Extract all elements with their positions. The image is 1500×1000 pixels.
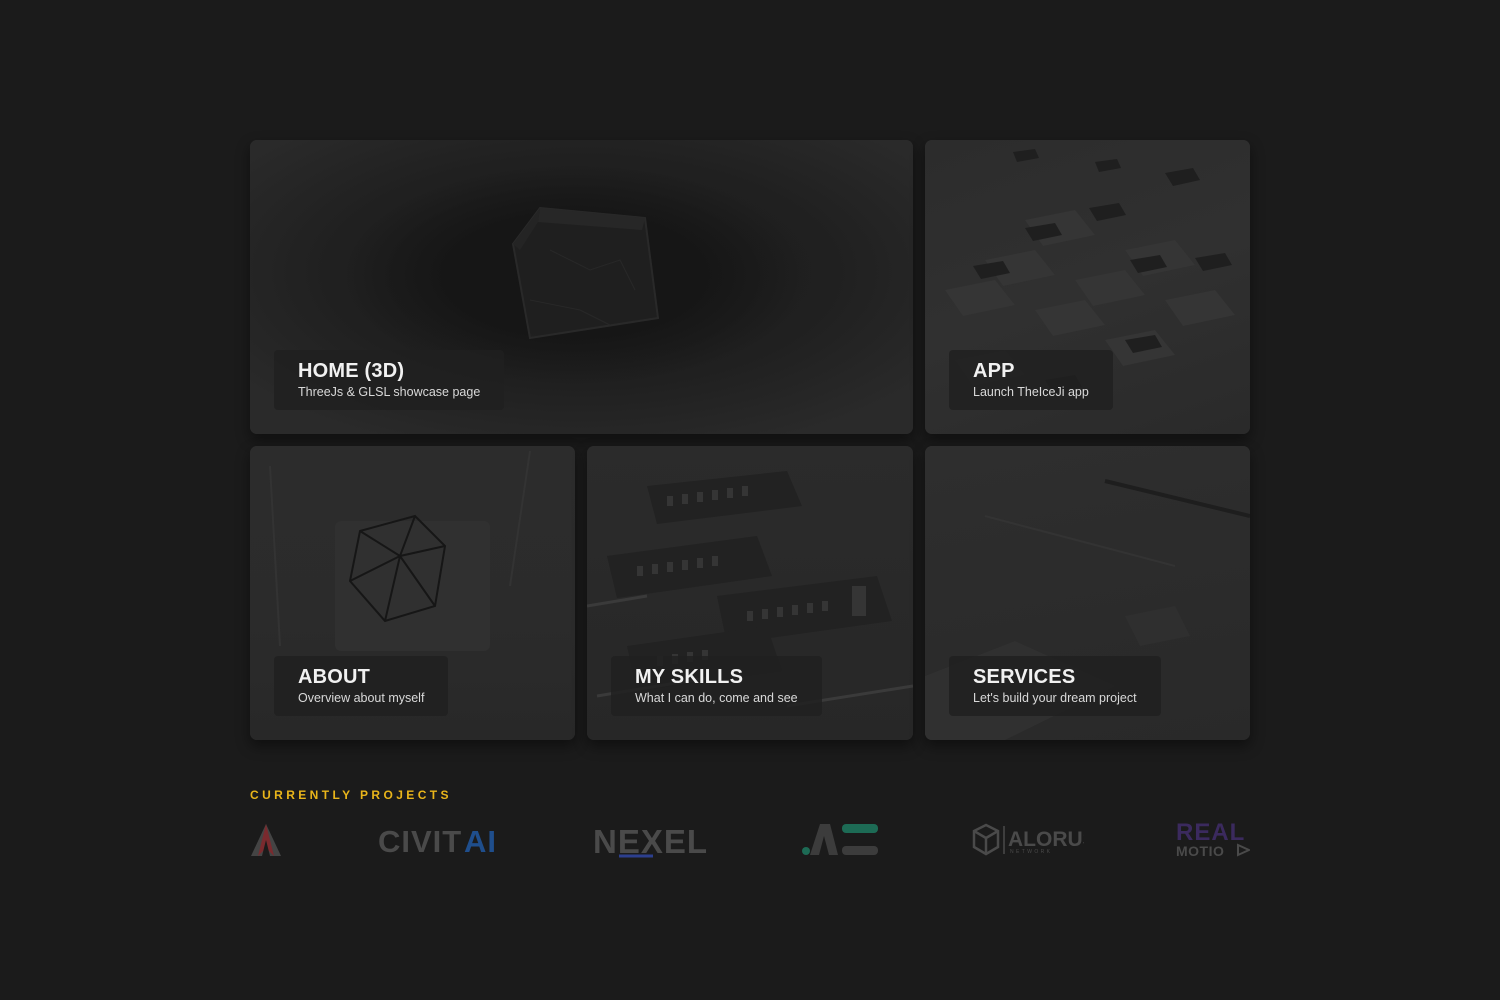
triangle-a-logo-icon[interactable] <box>250 818 282 862</box>
nexel-logo-text: NEXEL <box>593 823 707 860</box>
about-card[interactable]: ABOUT Overview about myself <box>250 446 575 740</box>
real-motion-logo-text-a: REAL <box>1176 819 1245 846</box>
civitai-logo-text-a: CIVIT <box>378 824 462 859</box>
about-card-title: ABOUT <box>298 665 371 688</box>
alorus-logo-text: ALORUS <box>1008 828 1084 851</box>
projects-heading: CURRENTLY PROJECTS <box>250 788 452 802</box>
services-card[interactable]: SERVICES Let's build your dream project <box>925 446 1250 740</box>
skills-card-subtitle: What I can do, come and see <box>635 690 798 705</box>
app-card-label: APP Launch TheIceJi app <box>949 350 1113 410</box>
home-card[interactable]: HOME (3D) ThreeJs & GLSL showcase page <box>250 140 913 434</box>
alorus-logo-subtext: NETWORK <box>1010 849 1052 855</box>
real-motion-logo[interactable]: REAL MOTIO <box>1176 818 1250 862</box>
about-card-label: ABOUT Overview about myself <box>274 656 449 716</box>
services-card-title: SERVICES <box>973 665 1076 688</box>
projects-logo-row: CIVIT AI NEXEL ALORU NETWORK REAL MOTIO <box>250 818 1250 862</box>
page: HOME (3D) ThreeJs & GLSL showcase page A… <box>0 0 1500 1000</box>
nexel-logo[interactable]: NEXEL <box>593 818 707 862</box>
services-card-subtitle: Let's build your dream project <box>973 690 1137 705</box>
skills-card-label: MY SKILLS What I can do, come and see <box>611 656 822 716</box>
app-card[interactable]: APP Launch TheIceJi app <box>925 140 1250 434</box>
home-card-label: HOME (3D) ThreeJs & GLSL showcase page <box>274 350 505 410</box>
alorus-logo[interactable]: ALORUS NETWORK <box>972 818 1084 862</box>
civitai-logo-text-b: AI <box>464 824 497 859</box>
skills-card-title: MY SKILLS <box>635 665 744 688</box>
skills-card[interactable]: MY SKILLS What I can do, come and see <box>587 446 913 740</box>
real-motion-logo-text-b: MOTIO <box>1176 843 1224 859</box>
ae-logo-icon[interactable] <box>800 818 880 862</box>
home-card-subtitle: ThreeJs & GLSL showcase page <box>298 384 481 399</box>
nav-cards-grid: HOME (3D) ThreeJs & GLSL showcase page A… <box>250 140 1250 740</box>
about-card-subtitle: Overview about myself <box>298 690 425 705</box>
services-card-label: SERVICES Let's build your dream project <box>949 656 1161 716</box>
play-icon <box>1237 843 1250 857</box>
home-card-title: HOME (3D) <box>298 359 405 382</box>
app-card-title: APP <box>973 359 1015 382</box>
civitai-logo[interactable]: CIVIT AI <box>378 818 500 862</box>
app-card-subtitle: Launch TheIceJi app <box>973 384 1089 399</box>
